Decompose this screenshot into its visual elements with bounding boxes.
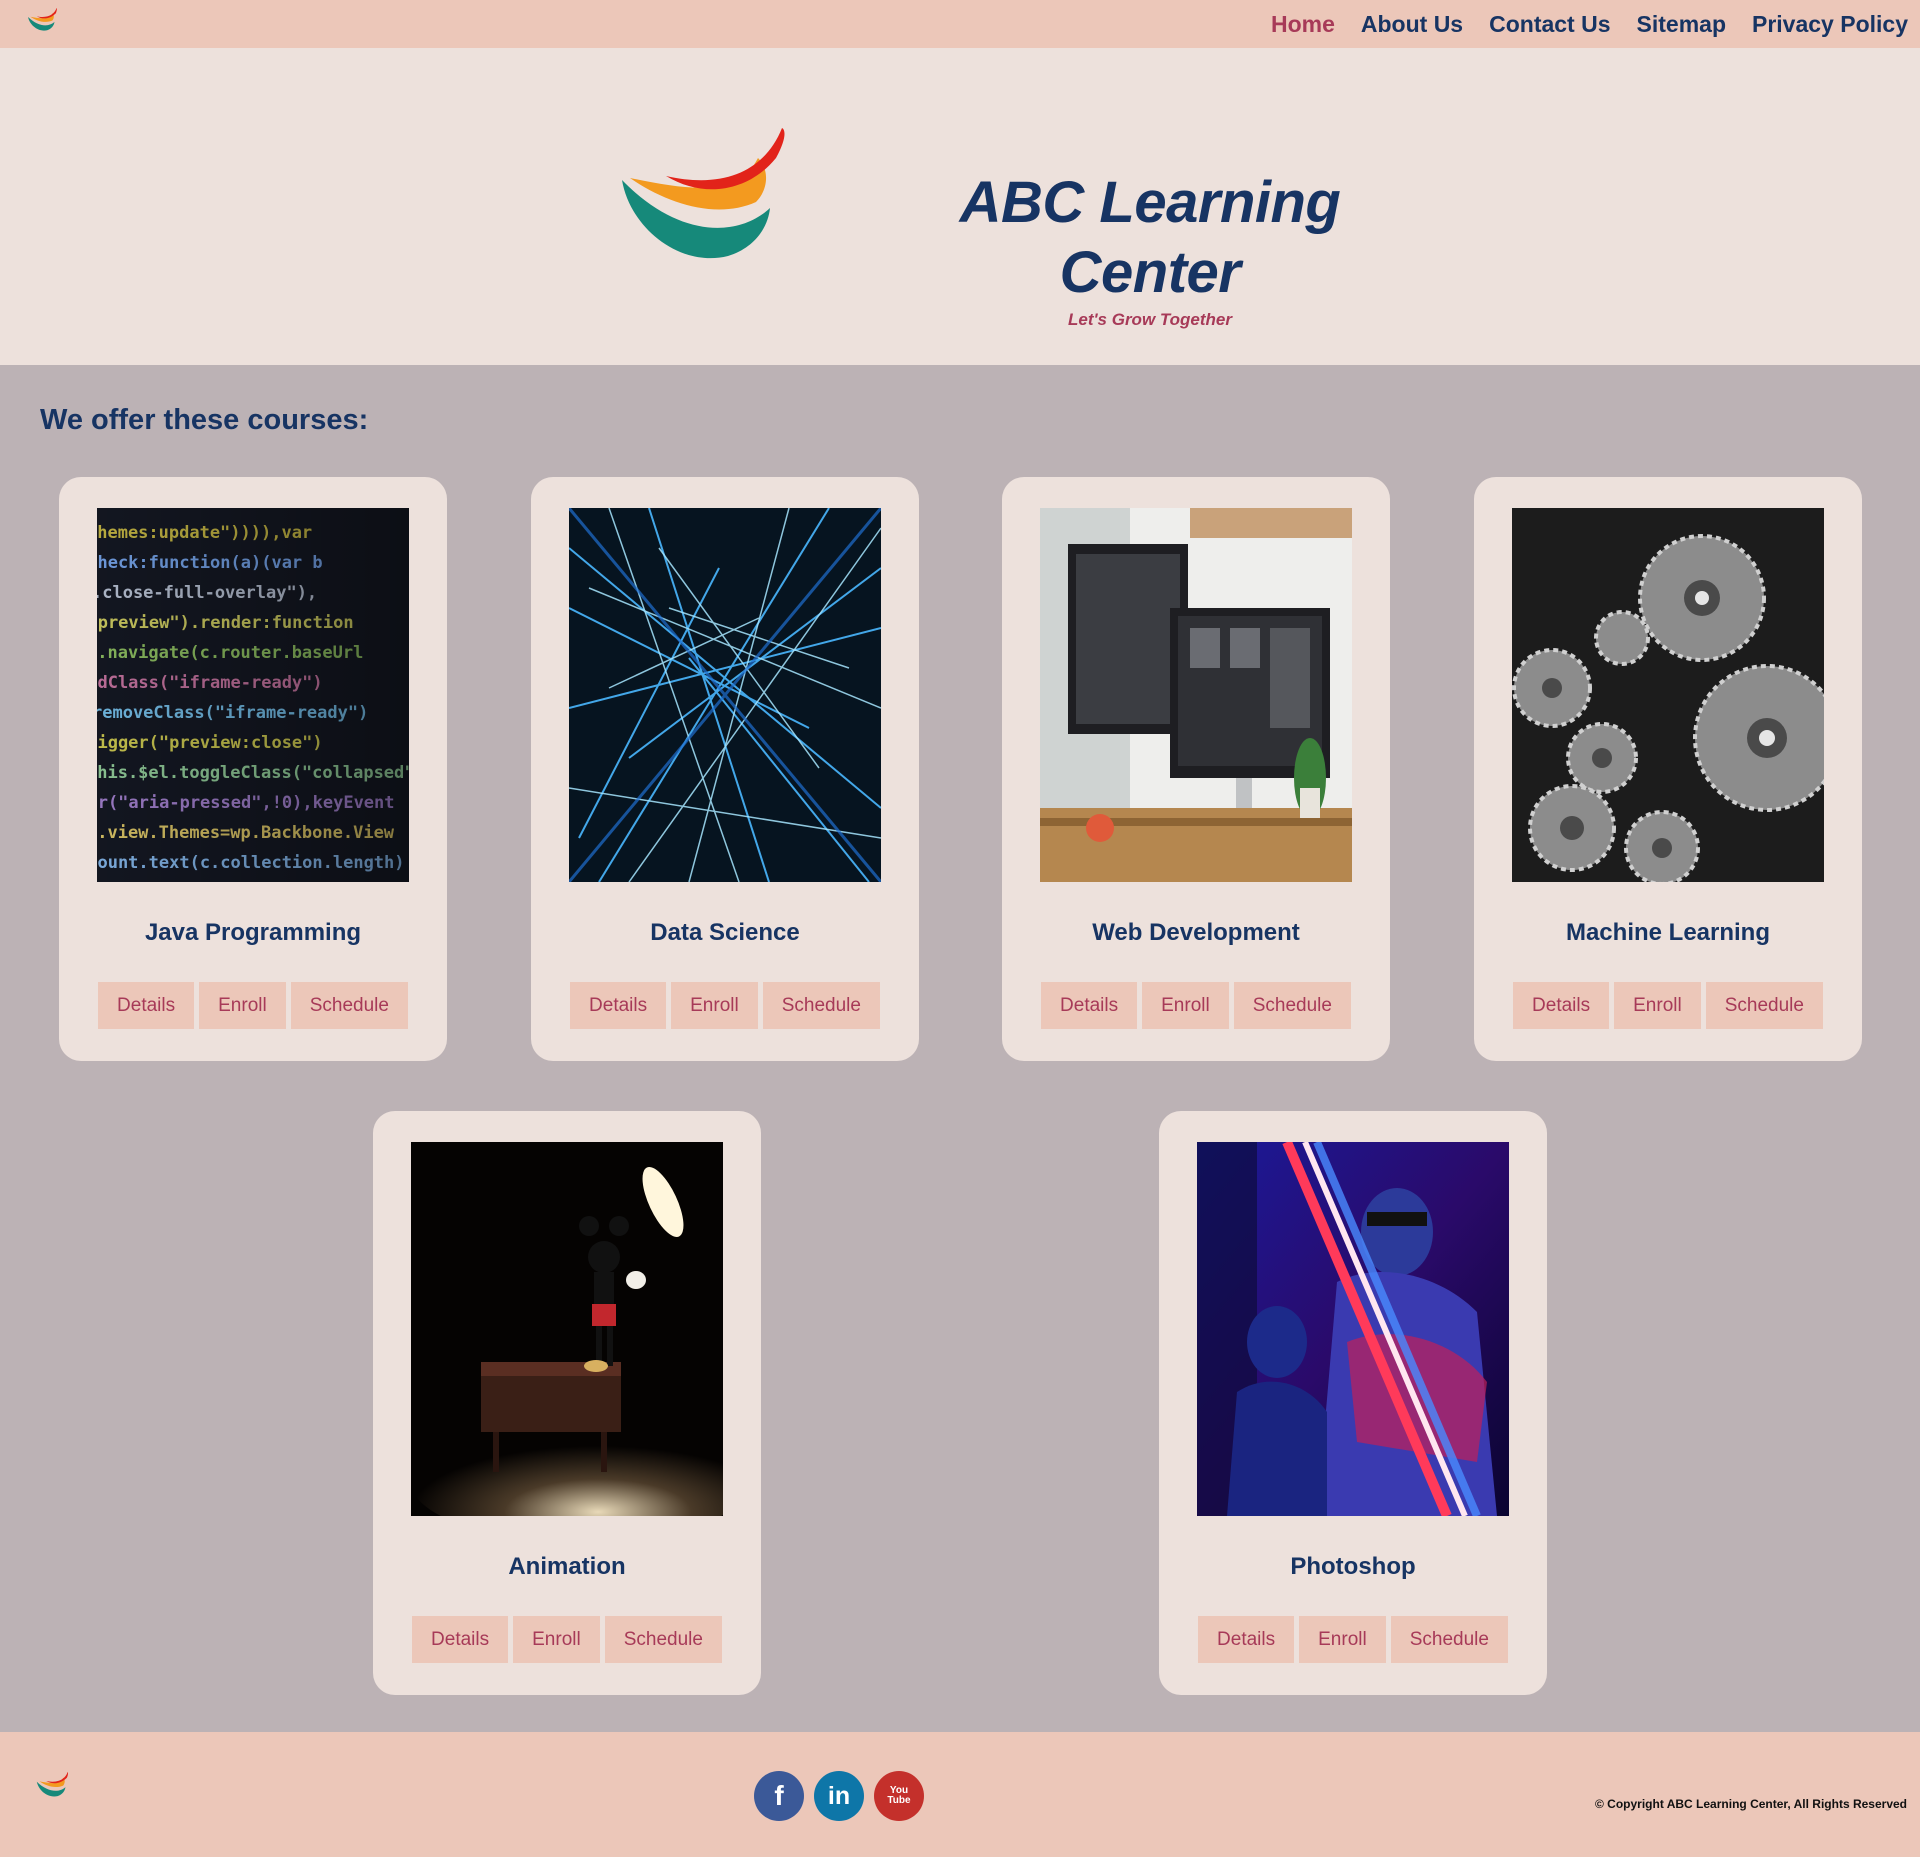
schedule-button[interactable]: Schedule bbox=[1705, 982, 1823, 1029]
course-title: Java Programming bbox=[144, 919, 362, 946]
neon-lights-image bbox=[1197, 1142, 1509, 1516]
course-actions: Details Enroll Schedule bbox=[59, 982, 447, 1029]
footer-logo-icon bbox=[36, 1772, 69, 1797]
course-card: Animation Details Enroll Schedule bbox=[373, 1111, 761, 1695]
schedule-button[interactable]: Schedule bbox=[290, 982, 408, 1029]
courses-heading: We offer these courses: bbox=[40, 404, 369, 436]
nav-sitemap[interactable]: Sitemap bbox=[1637, 11, 1726, 38]
course-card: Machine Learning Details Enroll Schedule bbox=[1474, 477, 1862, 1061]
details-button[interactable]: Details bbox=[1513, 982, 1610, 1029]
site-tagline: Let's Grow Together bbox=[1068, 310, 1232, 329]
course-actions: Details Enroll Schedule bbox=[1159, 1616, 1547, 1663]
facebook-icon[interactable]: f bbox=[754, 1771, 804, 1821]
brand-logo-icon bbox=[622, 128, 785, 259]
nav-privacy-policy[interactable]: Privacy Policy bbox=[1752, 11, 1908, 38]
hero-banner: ABC Learning Center Let's Grow Together bbox=[0, 48, 1920, 365]
network-lines-image bbox=[569, 508, 881, 882]
course-title: Data Science bbox=[650, 919, 800, 946]
course-actions: Details Enroll Schedule bbox=[531, 982, 919, 1029]
details-button[interactable]: Details bbox=[412, 1616, 509, 1663]
enroll-button[interactable]: Enroll bbox=[513, 1616, 600, 1663]
course-actions: Details Enroll Schedule bbox=[373, 1616, 761, 1663]
nav-menu: Home About Us Contact Us Sitemap Privacy… bbox=[1245, 0, 1908, 48]
logo-icon[interactable] bbox=[26, 8, 60, 32]
schedule-button[interactable]: Schedule bbox=[1233, 982, 1351, 1029]
nav-about-us[interactable]: About Us bbox=[1361, 11, 1463, 38]
copyright-text: © Copyright ABC Learning Center, All Rig… bbox=[1595, 1797, 1907, 1811]
enroll-button[interactable]: Enroll bbox=[1142, 982, 1229, 1029]
course-title: Photoshop bbox=[1290, 1553, 1416, 1580]
footer: f in You Tube © Copyright ABC Learning C… bbox=[0, 1732, 1920, 1857]
nav-home[interactable]: Home bbox=[1271, 11, 1335, 38]
code-screen-image: themes:update")))),var sCheck:function(a… bbox=[97, 508, 409, 882]
schedule-button[interactable]: Schedule bbox=[762, 982, 880, 1029]
enroll-button[interactable]: Enroll bbox=[671, 982, 758, 1029]
course-card: Data Science Details Enroll Schedule bbox=[531, 477, 919, 1061]
enroll-button[interactable]: Enroll bbox=[1299, 1616, 1386, 1663]
details-button[interactable]: Details bbox=[1041, 982, 1138, 1029]
course-title: Web Development bbox=[1092, 919, 1300, 946]
course-card: Photoshop Details Enroll Schedule bbox=[1159, 1111, 1547, 1695]
linkedin-icon[interactable]: in bbox=[814, 1771, 864, 1821]
schedule-button[interactable]: Schedule bbox=[604, 1616, 722, 1663]
course-title: Machine Learning bbox=[1565, 919, 1771, 946]
social-links: f in You Tube bbox=[754, 1771, 924, 1821]
course-actions: Details Enroll Schedule bbox=[1002, 982, 1390, 1029]
desk-monitors-image bbox=[1040, 508, 1352, 882]
course-title: Animation bbox=[508, 1553, 626, 1580]
youtube-icon[interactable]: You Tube bbox=[874, 1771, 924, 1821]
course-card: themes:update")))),var sCheck:function(a… bbox=[59, 477, 447, 1061]
details-button[interactable]: Details bbox=[1198, 1616, 1295, 1663]
site-title: ABC Learning Center bbox=[959, 170, 1341, 305]
brand-block: ABC Learning Center Let's Grow Together bbox=[870, 168, 1430, 330]
details-button[interactable]: Details bbox=[570, 982, 667, 1029]
mickey-piano-image bbox=[411, 1142, 723, 1516]
details-button[interactable]: Details bbox=[98, 982, 195, 1029]
course-actions: Details Enroll Schedule bbox=[1474, 982, 1862, 1029]
course-card: Web Development Details Enroll Schedule bbox=[1002, 477, 1390, 1061]
enroll-button[interactable]: Enroll bbox=[199, 982, 286, 1029]
top-nav: Home About Us Contact Us Sitemap Privacy… bbox=[0, 0, 1920, 48]
nav-contact-us[interactable]: Contact Us bbox=[1489, 11, 1610, 38]
enroll-button[interactable]: Enroll bbox=[1614, 982, 1701, 1029]
schedule-button[interactable]: Schedule bbox=[1390, 1616, 1508, 1663]
gears-image bbox=[1512, 508, 1824, 882]
